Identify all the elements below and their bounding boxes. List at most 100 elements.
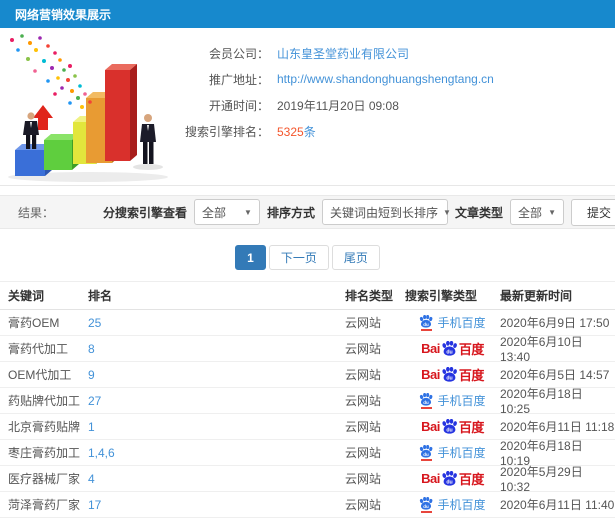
engine-type-cell: du 手机百度 <box>405 314 500 331</box>
rank-count-unit: 条 <box>303 124 316 139</box>
rank-cell: 1 <box>88 420 345 434</box>
keyword-cell: 医疗器械厂家 <box>8 472 81 486</box>
header-engine-type: 搜索引擎类型 <box>405 289 478 303</box>
mobile-baidu-logo: du 手机百度 <box>419 392 486 409</box>
mobile-baidu-label: 手机百度 <box>437 316 486 330</box>
rank-cell: 4 <box>88 472 345 486</box>
updated-cell: 2020年6月9日 17:50 <box>500 316 610 330</box>
engine-type-cell: Bai du 百度 <box>405 339 500 358</box>
promo-url-label: 推广地址： <box>208 72 269 87</box>
engine-rank-label: 搜索引擎排名： <box>184 124 269 139</box>
table-row: 膏药代加工 8 云网站 Bai du 百度 2020年6月10日 13:40 <box>0 335 615 364</box>
baidu-text: 百度 <box>458 420 485 435</box>
section-divider <box>0 185 615 186</box>
svg-text:du: du <box>446 480 452 486</box>
rank-cell: 25 <box>88 316 345 330</box>
rank-link[interactable]: 17 <box>88 498 101 512</box>
rank-link[interactable]: 25 <box>88 316 101 330</box>
baidu-logo: Bai du 百度 <box>421 417 484 436</box>
keyword-cell: OEM代加工 <box>8 368 72 382</box>
rank-type-cell: 云网站 <box>345 342 382 356</box>
header-rank-type: 排名类型 <box>345 289 394 303</box>
chevron-down-icon: ▼ <box>548 207 556 217</box>
mobile-baidu-logo: du 手机百度 <box>419 444 486 461</box>
open-time-label: 开通时间： <box>208 98 269 113</box>
baidu-logo: Bai du 百度 <box>421 469 484 488</box>
baidu-bai-text: Bai <box>421 367 440 382</box>
rank-count: 5325 <box>277 124 304 139</box>
chevron-down-icon: ▼ <box>244 207 252 217</box>
chevron-down-icon: ▼ <box>442 207 451 217</box>
baidu-text: 百度 <box>458 368 485 383</box>
baidu-logo: Bai du 百度 <box>421 365 484 384</box>
svg-text:du: du <box>424 321 430 326</box>
baidu-paw-icon: du <box>442 419 457 434</box>
rank-link[interactable]: 9 <box>88 368 95 382</box>
baidu-paw-icon: du <box>419 444 433 461</box>
promo-url-link[interactable]: http://www.shandonghuangshengtang.cn <box>277 72 494 86</box>
updated-cell: 2020年5月29日 10:32 <box>500 465 583 494</box>
confetti-dots <box>10 34 92 109</box>
mobile-baidu-logo: du 手机百度 <box>419 314 486 331</box>
baidu-paw-icon: du <box>442 471 457 486</box>
sort-select[interactable]: 关键词由短到长排序 ▼ <box>321 199 451 225</box>
rank-link[interactable]: 1,4,6 <box>88 446 115 460</box>
article-type-select[interactable]: 全部 ▼ <box>509 199 564 225</box>
rank-type-cell: 云网站 <box>345 472 382 486</box>
engine-type-cell: Bai du 百度 <box>405 417 500 436</box>
svg-text:du: du <box>424 503 430 508</box>
baidu-paw-icon: du <box>442 367 457 382</box>
table-header-row: 关键词 排名 排名类型 搜索引擎类型 最新更新时间 <box>0 281 615 310</box>
rank-link[interactable]: 27 <box>88 394 101 408</box>
last-page-button[interactable]: 尾页 <box>331 245 380 270</box>
baidu-paw-icon: du <box>419 314 433 331</box>
rank-type-cell: 云网站 <box>345 446 382 460</box>
bar-red <box>105 64 137 161</box>
updated-cell: 2020年6月10日 13:40 <box>500 335 583 364</box>
mobile-baidu-logo: du 手机百度 <box>419 496 486 513</box>
page-title: 网络营销效果展示 <box>15 7 112 22</box>
engine-view-select[interactable]: 全部 ▼ <box>193 199 260 225</box>
table-row: 药贴牌代加工 27 云网站 du 手机百度 2020年6月18日 10:25 <box>0 387 615 416</box>
svg-text:du: du <box>446 350 452 356</box>
engine-view-selected: 全部 <box>201 205 226 220</box>
updated-cell: 2020年6月11日 11:40 <box>500 498 615 512</box>
updated-cell: 2020年6月18日 10:25 <box>500 387 583 416</box>
rank-cell: 1,4,6 <box>88 446 345 460</box>
updated-cell: 2020年6月5日 14:57 <box>500 368 610 382</box>
rank-link[interactable]: 1 <box>88 420 95 434</box>
engine-type-cell: du 手机百度 <box>405 392 500 409</box>
open-time-row: 开通时间： 2019年11月20日 09:08 <box>185 92 494 118</box>
mobile-baidu-label: 手机百度 <box>437 394 486 408</box>
engine-view-label: 分搜索引擎查看 <box>102 205 187 220</box>
rank-type-cell: 云网站 <box>345 394 382 408</box>
header-keyword: 关键词 <box>8 289 45 303</box>
info-section: 会员公司： 山东皇圣堂药业有限公司 推广地址： http://www.shand… <box>0 28 615 185</box>
article-type-label: 文章类型 <box>454 205 503 220</box>
engine-type-cell: du 手机百度 <box>405 444 500 461</box>
company-row: 会员公司： 山东皇圣堂药业有限公司 <box>185 40 494 66</box>
svg-text:du: du <box>424 451 430 456</box>
engine-type-cell: Bai du 百度 <box>405 365 500 384</box>
bar-chart-illustration <box>0 28 185 185</box>
red-underline <box>420 328 432 331</box>
rank-cell: 9 <box>88 368 345 382</box>
company-link[interactable]: 山东皇圣堂药业有限公司 <box>277 45 409 62</box>
businessman-right <box>140 114 156 164</box>
svg-text:du: du <box>446 376 452 382</box>
rank-type-cell: 云网站 <box>345 420 382 434</box>
page-1-button[interactable]: 1 <box>235 245 266 270</box>
submit-button[interactable]: 提交 <box>570 198 615 226</box>
baidu-text: 百度 <box>458 342 485 357</box>
engine-rank-row: 搜索引擎排名： 5325条 <box>185 118 494 144</box>
baidu-bai-text: Bai <box>421 419 440 434</box>
header-rank: 排名 <box>88 289 113 303</box>
next-page-button[interactable]: 下一页 <box>268 245 329 270</box>
rank-link[interactable]: 4 <box>88 472 95 486</box>
baidu-paw-icon: du <box>419 392 433 409</box>
keyword-cell: 菏泽膏药厂家 <box>8 498 81 512</box>
open-time-value: 2019年11月20日 09:08 <box>277 98 399 113</box>
filter-bar: 结果： 分搜索引擎查看 全部 ▼ 排序方式 关键词由短到长排序 ▼ 文章类型 全… <box>0 195 615 229</box>
rank-link[interactable]: 8 <box>88 342 95 356</box>
engine-type-cell: Bai du 百度 <box>405 469 500 488</box>
